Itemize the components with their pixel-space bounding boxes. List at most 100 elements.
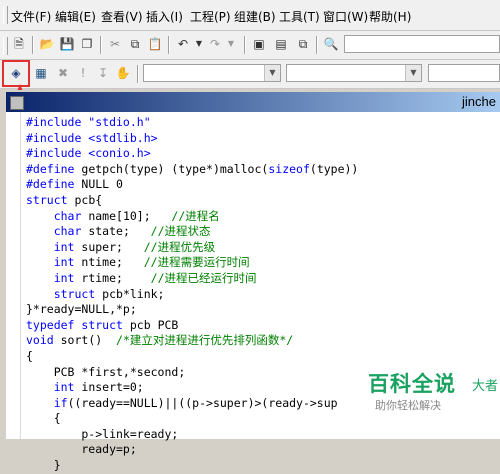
code-keyword: int <box>53 270 75 285</box>
code-keyword: #include <stdlib.h> <box>26 130 158 145</box>
code-keyword: if <box>53 395 68 410</box>
menu-bar: 文件(F) 编辑(E) 查看(V) 插入(I) 工程(P) 组建(B) 工具(T… <box>0 0 500 31</box>
stop-build-icon[interactable]: ✖ <box>54 64 72 82</box>
code-line: #include <conio.h> <box>26 146 358 162</box>
find-in-files-icon[interactable]: 🔍 <box>322 35 340 53</box>
function-combo[interactable] <box>428 64 500 82</box>
new-file-icon[interactable]: 🗎 <box>10 35 28 53</box>
code-text: pcb{ <box>67 192 103 207</box>
toolbar-separator <box>316 36 318 54</box>
code-line: int rtime; //进程已经运行时间 <box>26 271 358 287</box>
menu-file[interactable]: 文件(F) <box>11 8 51 25</box>
watermark: 百科全说 大者 助你轻松解决 <box>360 360 500 439</box>
code-text: super; <box>74 239 144 254</box>
open-folder-icon[interactable]: 📂 <box>38 35 56 53</box>
code-comment: //进程名 <box>171 208 220 223</box>
menu-window[interactable]: 窗口(W) <box>323 8 368 25</box>
code-line: { <box>26 411 358 427</box>
output-icon[interactable]: ▤ <box>272 35 290 53</box>
menu-build[interactable]: 组建(B) <box>234 8 276 25</box>
code-text: (type)) <box>309 161 359 176</box>
source-code[interactable]: #include "stdio.h" #include <stdlib.h> #in… <box>26 115 358 474</box>
toolbar-separator <box>168 36 170 54</box>
code-line: #include "stdio.h" <box>26 115 358 131</box>
editor-titlebar: jinche <box>6 92 500 112</box>
redo-dropdown-icon[interactable]: ▼ <box>222 35 240 53</box>
watermark-title: 百科全说 <box>368 372 456 396</box>
document-icon[interactable] <box>10 96 24 110</box>
chevron-down-icon[interactable]: ▼ <box>405 65 421 81</box>
code-line: PCB *first,*second; <box>26 365 358 381</box>
code-keyword: typedef <box>26 317 75 332</box>
code-text: }*ready=NULL,*p; <box>26 302 137 317</box>
code-keyword: int <box>53 380 75 395</box>
menu-help[interactable]: 帮助(H) <box>369 8 411 25</box>
code-keyword: struct <box>53 286 96 301</box>
menu-view[interactable]: 查看(V) <box>101 8 143 25</box>
member-combo[interactable]: ▼ <box>286 64 422 82</box>
code-line: struct pcb{ <box>26 193 358 209</box>
menu-project[interactable]: 工程(P) <box>190 8 231 25</box>
insert-breakpoint-icon[interactable]: ✋ <box>114 64 132 82</box>
chevron-down-icon[interactable]: ▼ <box>264 65 280 81</box>
workspace-icon[interactable]: ▣ <box>250 35 268 53</box>
code-keyword: int <box>53 255 75 270</box>
code-line: } <box>26 458 358 474</box>
code-keyword: struct <box>81 317 123 332</box>
copy-icon[interactable]: ⧉ <box>126 35 144 53</box>
code-text: ((ready==NULL)||((p->super)>(ready->sup <box>67 395 338 410</box>
execute-icon[interactable]: ! <box>74 64 92 82</box>
code-text: PCB *first,*second; <box>26 364 186 379</box>
code-text: { <box>26 348 33 363</box>
code-comment: //进程优先级 <box>143 239 216 254</box>
code-comment: /*建立对进程进行优先排列函数*/ <box>116 333 294 348</box>
code-keyword: void <box>26 333 54 348</box>
code-line: char name[10]; //进程名 <box>26 209 358 225</box>
menu-edit[interactable]: 编辑(E) <box>55 8 96 25</box>
go-icon[interactable]: ↧ <box>94 64 112 82</box>
menu-tools[interactable]: 工具(T) <box>279 8 320 25</box>
code-text: rtime; <box>74 270 151 285</box>
menu-grip <box>3 6 8 24</box>
code-text: getpch(type) (type*)malloc( <box>74 161 269 176</box>
code-line: int insert=0; <box>26 380 358 396</box>
code-line: void sort() /*建立对进程进行优先排列函数*/ <box>26 333 358 349</box>
code-line: #define NULL 0 <box>26 177 358 193</box>
code-text: state; <box>81 224 151 239</box>
toolbar-separator <box>100 36 102 54</box>
toolbar-separator <box>137 65 139 83</box>
code-line: ready=p; <box>26 442 358 458</box>
save-icon[interactable]: 💾 <box>58 35 76 53</box>
toolbar-separator <box>32 36 34 54</box>
code-keyword: char <box>53 224 82 239</box>
code-text: pcb*link; <box>95 286 165 301</box>
toolbar-grip <box>3 37 8 55</box>
standard-toolbar: 🗎 📂 💾 ❐ ✂ ⧉ 📋 ↶ ▼ ↷ ▼ ▣ ▤ ⧉ 🔍 <box>0 31 500 60</box>
class-combo[interactable]: ▼ <box>143 64 281 82</box>
cut-icon[interactable]: ✂ <box>106 35 124 53</box>
code-line: int super; //进程优先级 <box>26 240 358 256</box>
build-toolbar: ◈ ▦ ✖ ! ↧ ✋ ▼ ▼ <box>0 60 500 89</box>
paste-icon[interactable]: 📋 <box>146 35 164 53</box>
menu-insert[interactable]: 插入(I) <box>146 8 183 25</box>
code-text: name[10]; <box>81 208 172 223</box>
code-line: { <box>26 349 358 365</box>
find-combo[interactable] <box>344 35 500 53</box>
code-line: }*ready=NULL,*p; <box>26 302 358 318</box>
code-text: ready=p; <box>26 442 137 457</box>
code-line: if((ready==NULL)||((p->super)>(ready->su… <box>26 396 358 412</box>
code-keyword: sizeof <box>268 161 310 176</box>
editor-gutter <box>6 112 21 439</box>
code-keyword: int <box>53 239 75 254</box>
code-line: int ntime; //进程需要运行时间 <box>26 255 358 271</box>
code-text: ntime; <box>74 255 144 270</box>
save-all-icon[interactable]: ❐ <box>78 35 96 53</box>
windows-list-icon[interactable]: ⧉ <box>294 35 312 53</box>
code-keyword: char <box>53 208 82 223</box>
watermark-extra: 大者 <box>472 379 499 394</box>
